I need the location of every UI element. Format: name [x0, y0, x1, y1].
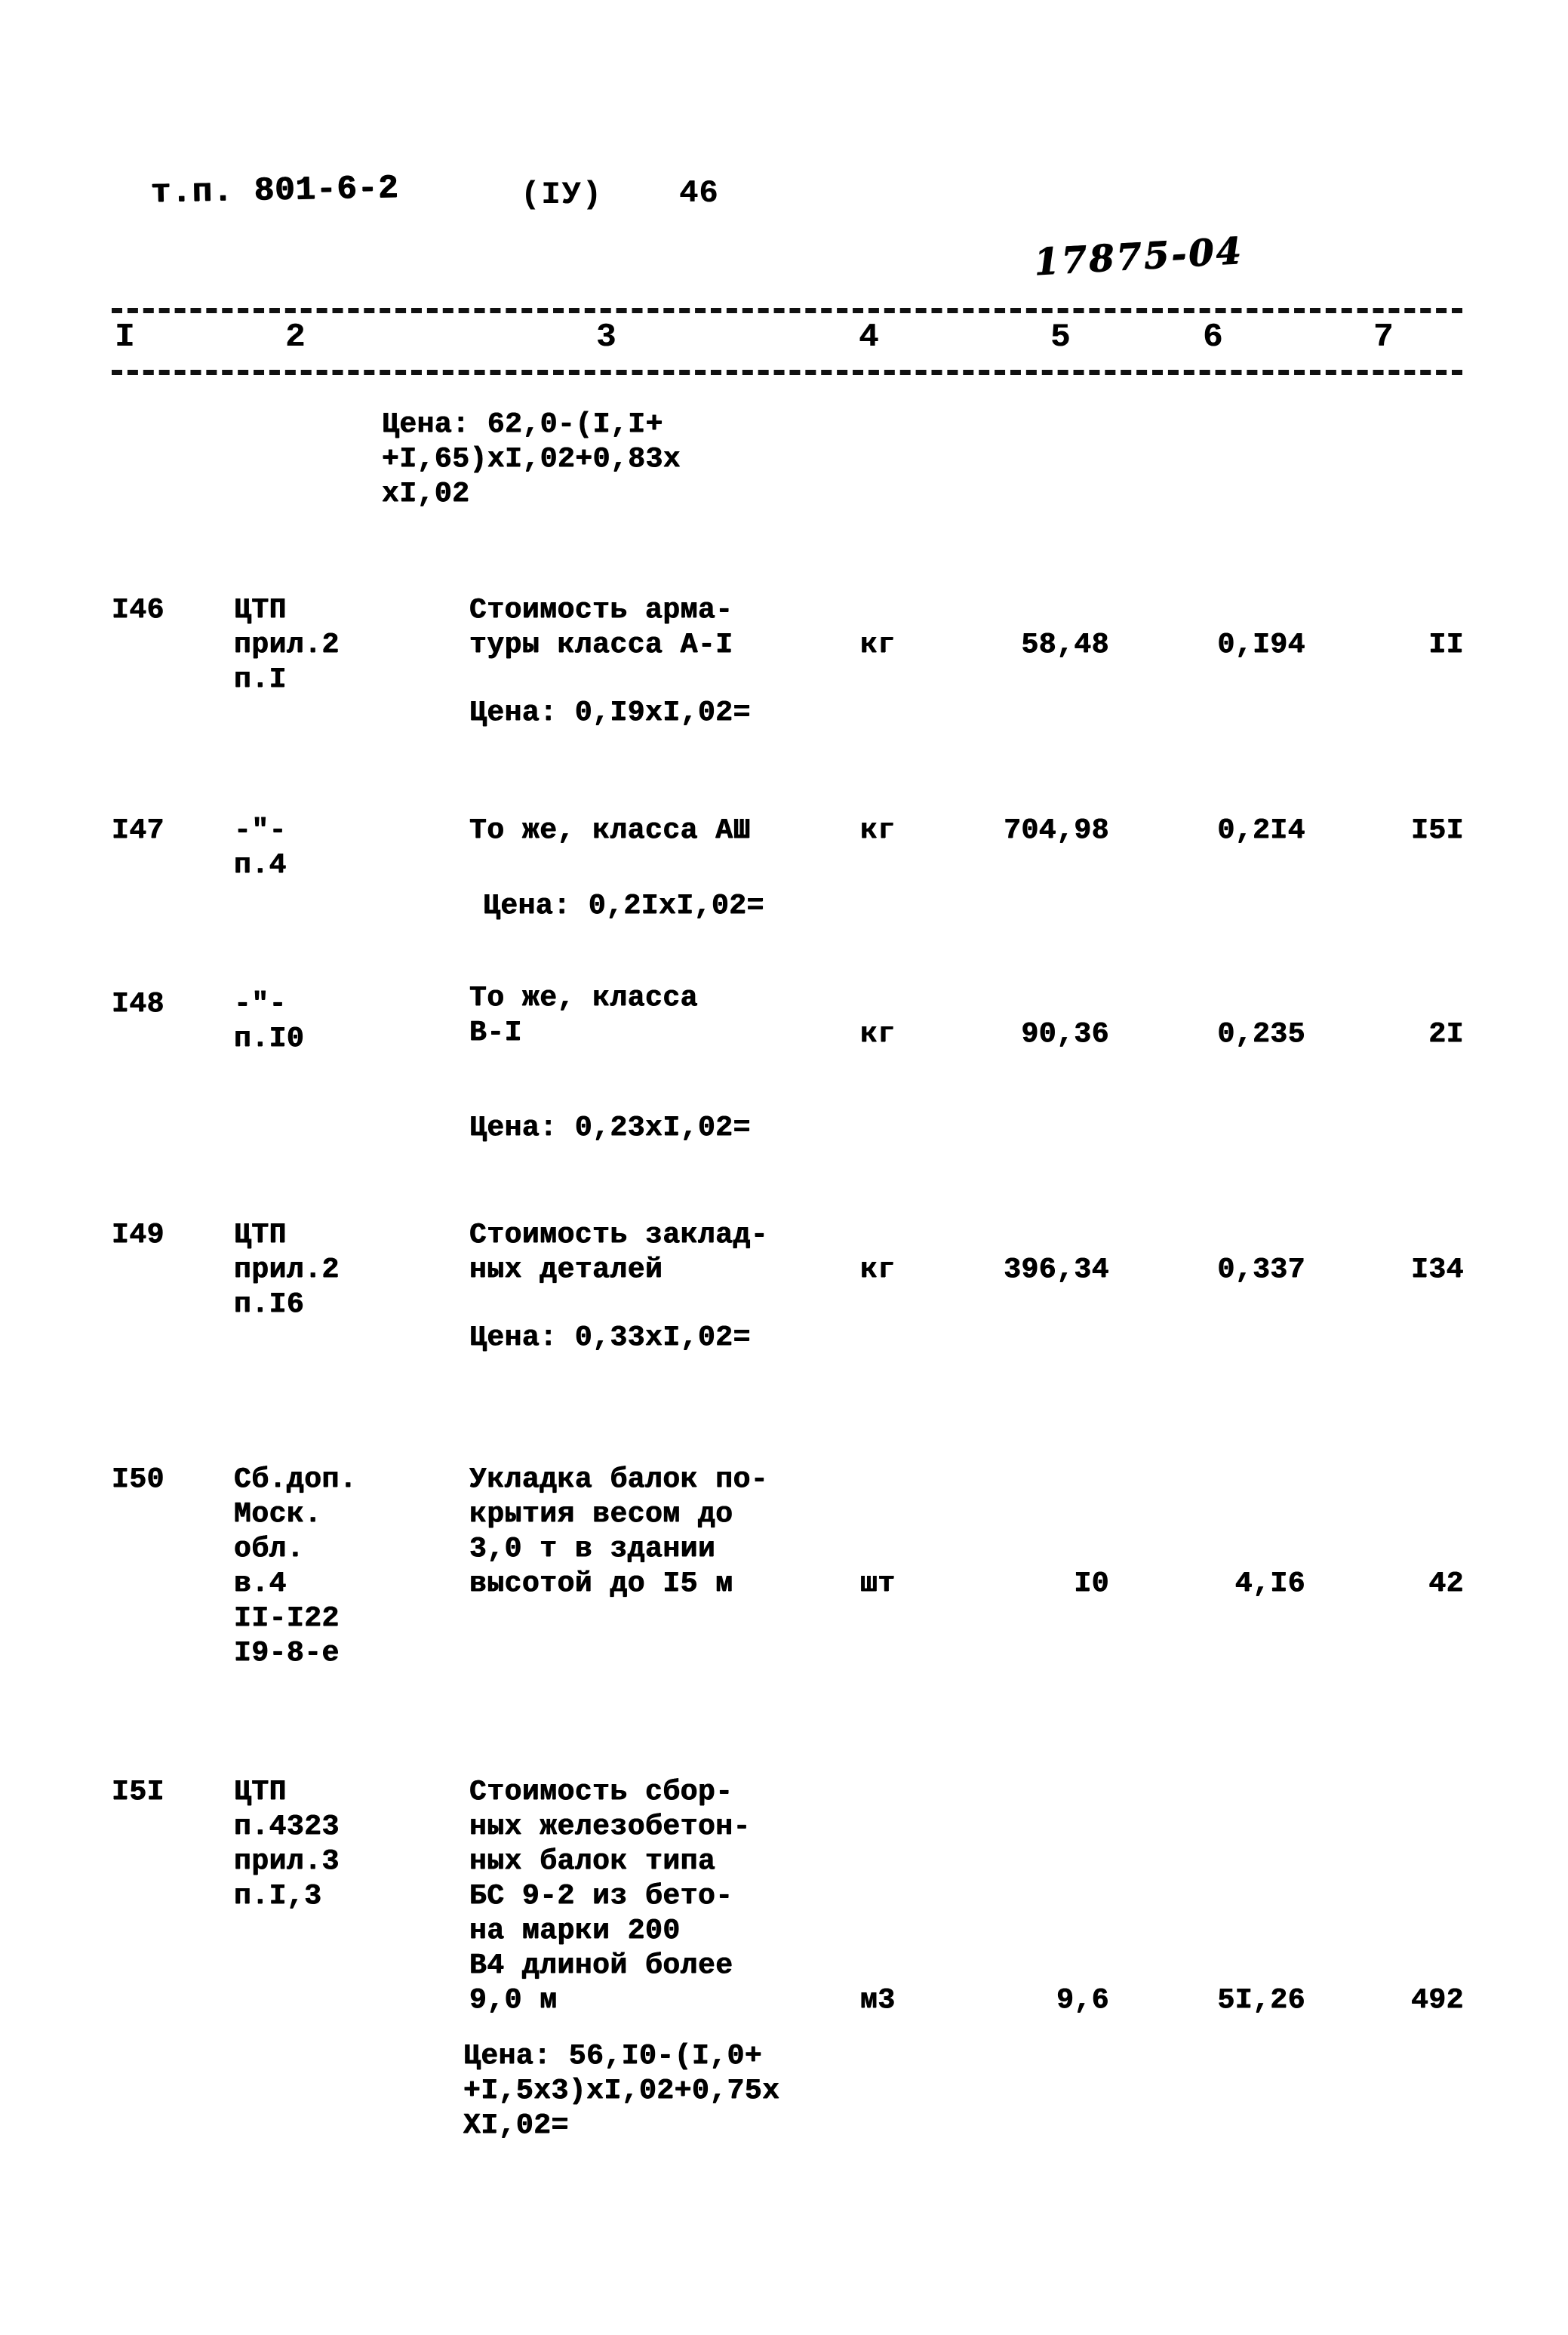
row-total: I5I [1411, 814, 1464, 847]
row-unit: кг [860, 629, 896, 661]
row-unit-price: 4,I6 [1234, 1567, 1305, 1600]
document-code: т.п. 801-6-2 [150, 169, 400, 213]
column-number-5: 5 [1050, 318, 1071, 356]
row-number: I49 [112, 1219, 164, 1251]
row-reference: Сб.доп. Моск. обл. в.4 II-I22 I9-8-е [234, 1463, 358, 1669]
row-total: 492 [1411, 1984, 1464, 2017]
row-total: 2I [1428, 1018, 1464, 1051]
row-number: I48 [112, 988, 164, 1020]
row-number: I50 [112, 1463, 164, 1496]
row-number: I47 [112, 814, 164, 847]
row-unit: кг [860, 1254, 896, 1286]
row-quantity: 396,34 [1004, 1254, 1109, 1286]
row-unit-price: 0,235 [1217, 1018, 1305, 1051]
row-reference: -"- п.4 [234, 814, 287, 881]
row-quantity: 9,6 [1056, 1984, 1109, 2017]
row-reference: -"- п.I0 [234, 988, 305, 1055]
row-price-note: Цена: 0,23xI,02= [469, 1112, 751, 1144]
row-price-note: Цена: 56,I0-(I,0+ +I,5x3)xI,02+0,75x XI,… [463, 2040, 780, 2142]
row-reference: ЦТП прил.2 п.I [234, 594, 340, 696]
row-reference: ЦТП прил.2 п.I6 [234, 1219, 340, 1321]
row-unit-price: 0,2I4 [1217, 814, 1305, 847]
row-unit: кг [860, 1018, 896, 1051]
column-number-7: 7 [1373, 318, 1394, 356]
row-unit-price: 0,337 [1217, 1254, 1305, 1286]
row-total: II [1428, 629, 1464, 661]
row-price-note: Цена: 0,2IxI,02= [483, 890, 764, 922]
row-total: 42 [1428, 1567, 1464, 1600]
row-description: Укладка балок по- крытия весом до 3,0 т … [469, 1463, 769, 1600]
document-part: (IУ) [521, 177, 603, 213]
column-number-6: 6 [1203, 318, 1223, 356]
row-unit-price: 0,I94 [1217, 629, 1305, 661]
column-number-2: 2 [285, 318, 306, 356]
scanned-page: т.п. 801-6-2 (IУ) 46 17875-04 I 2 3 4 5 … [0, 0, 1568, 2335]
row-quantity: 90,36 [1021, 1018, 1109, 1051]
row-quantity: I0 [1074, 1567, 1109, 1600]
row-total: I34 [1411, 1254, 1464, 1286]
row-price-note: Цена: 0,33xI,02= [469, 1321, 751, 1354]
row-description: Стоимость арма- туры класса А-I [469, 594, 733, 661]
table-rule-top [112, 308, 1462, 313]
row-unit: шт [860, 1567, 896, 1600]
row-unit: м3 [860, 1984, 896, 2017]
row-unit-price: 5I,26 [1217, 1984, 1305, 2017]
row-quantity: 704,98 [1004, 814, 1109, 847]
carryover-price-note: Цена: 62,0-(I,I+ +I,65)xI,02+0,83x xI,02 [382, 408, 681, 510]
row-number: I46 [112, 594, 164, 626]
column-number-1: I [115, 318, 135, 356]
row-description: То же, класса АШ [469, 814, 751, 847]
column-number-4: 4 [859, 318, 879, 356]
row-description: Стоимость заклад- ных деталей [469, 1219, 769, 1286]
archive-number-handwritten: 17875-04 [1032, 229, 1245, 284]
row-price-note: Цена: 0,I9xI,02= [469, 697, 751, 729]
row-description: Стоимость сбор- ных железобетон- ных бал… [469, 1776, 751, 2017]
row-unit: кг [860, 814, 896, 847]
column-number-3: 3 [596, 318, 616, 356]
page-number: 46 [679, 175, 719, 211]
row-quantity: 58,48 [1021, 629, 1109, 661]
row-number: I5I [112, 1776, 164, 1808]
row-description: То же, класса В-I [469, 982, 698, 1049]
table-rule-bottom [112, 370, 1462, 375]
row-reference: ЦТП п.4323 прил.3 п.I,3 [234, 1776, 340, 1912]
